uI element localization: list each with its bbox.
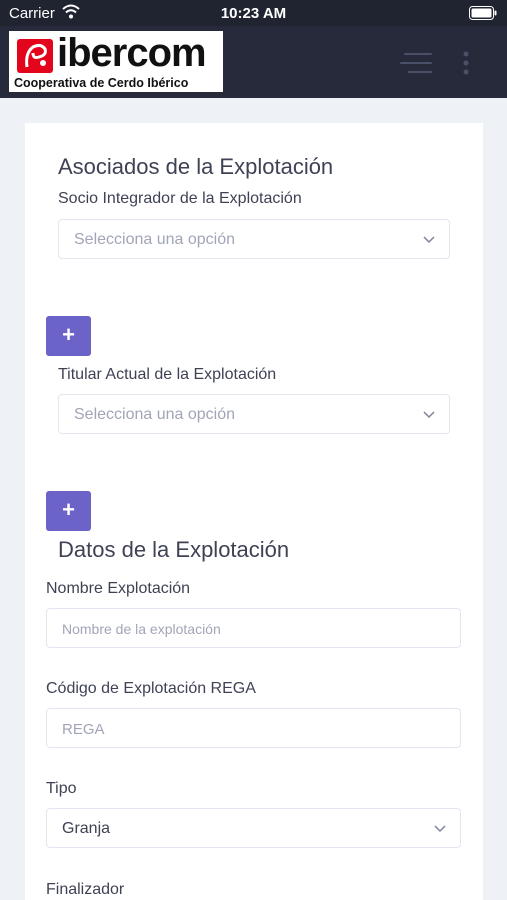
rega-label: Código de Explotación REGA: [46, 680, 256, 697]
add-owner-button[interactable]: +: [46, 491, 91, 531]
logo-tagline: Cooperativa de Cerdo Ibérico: [14, 76, 189, 90]
farm-name-placeholder: Nombre de la explotación: [62, 621, 221, 637]
chevron-down-icon: [423, 236, 435, 244]
farm-name-label: Nombre Explotación: [46, 580, 191, 597]
rega-input[interactable]: REGA: [46, 708, 461, 748]
owner-select[interactable]: Selecciona una opción: [58, 394, 450, 434]
battery-icon: [469, 6, 497, 20]
owner-label: Titular Actual de la Explotación: [58, 366, 277, 383]
app-header: ibercom Cooperativa de Cerdo Ibérico: [0, 26, 507, 98]
vertical-dots-icon[interactable]: [458, 50, 474, 76]
integrator-select-value: Selecciona una opción: [74, 231, 236, 248]
hamburger-menu-icon[interactable]: [398, 50, 434, 76]
form-card: Asociados de la Explotación Socio Integr…: [25, 123, 483, 900]
integrator-label: Socio Integrador de la Explotación: [58, 190, 302, 207]
owner-select-value: Selecciona una opción: [74, 406, 236, 423]
chevron-down-icon: [434, 825, 446, 833]
farm-name-input[interactable]: Nombre de la explotación: [46, 608, 461, 648]
logo-wordmark: ibercom: [57, 31, 207, 75]
finisher-label: Finalizador: [46, 881, 125, 898]
add-integrator-button[interactable]: +: [46, 316, 91, 356]
integrator-select[interactable]: Selecciona una opción: [58, 219, 450, 259]
type-select[interactable]: Granja: [46, 808, 461, 848]
associates-section-title: Asociados de la Explotación: [58, 154, 334, 179]
chevron-down-icon: [423, 411, 435, 419]
type-select-value: Granja: [62, 820, 111, 837]
type-label: Tipo: [46, 780, 77, 797]
ibercom-logo: ibercom Cooperativa de Cerdo Ibérico: [9, 31, 223, 92]
clock: 10:23 AM: [220, 5, 287, 22]
status-bar: Carrier 10:23 AM: [0, 0, 507, 26]
logo-mark-icon: [17, 39, 53, 73]
rega-placeholder: REGA: [62, 721, 105, 738]
farm-section-title: Datos de la Explotación: [58, 537, 290, 562]
